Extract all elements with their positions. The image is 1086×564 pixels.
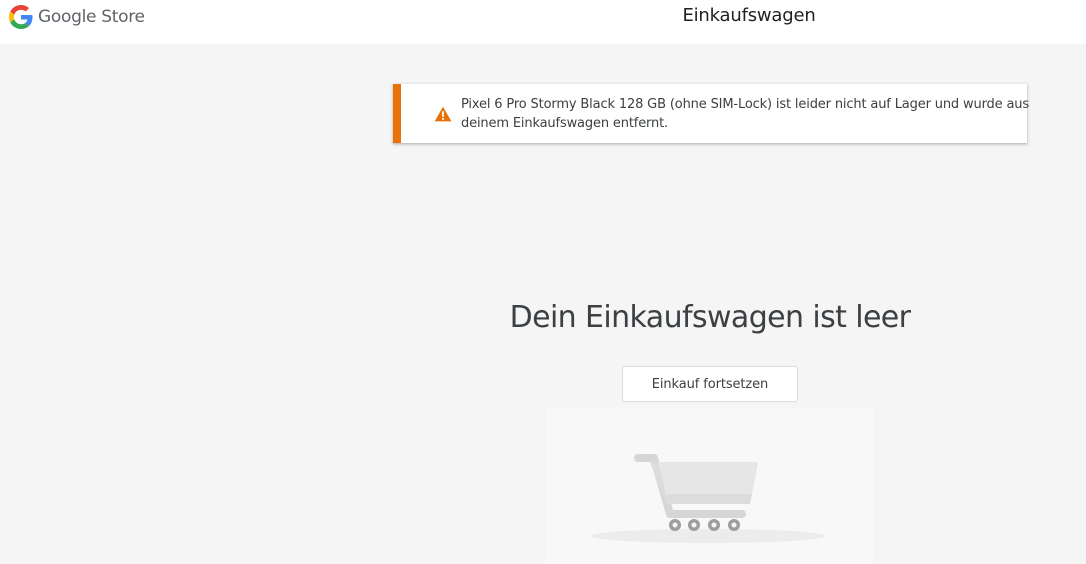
google-g-icon xyxy=(9,5,33,29)
google-store-logo-link[interactable]: Google Store xyxy=(9,5,145,29)
alert-message: Pixel 6 Pro Stormy Black 128 GB (ohne SI… xyxy=(461,97,1030,131)
brand-name: Google Store xyxy=(38,7,145,27)
out-of-stock-alert: Pixel 6 Pro Stormy Black 128 GB (ohne SI… xyxy=(393,84,1029,143)
shopping-cart-icon xyxy=(590,454,826,543)
continue-shopping-button[interactable]: Einkauf fortsetzen xyxy=(622,366,798,402)
shopping-cart-illustration xyxy=(546,408,874,564)
page-title: Einkaufswagen xyxy=(682,5,816,26)
top-bar: Google Store Einkaufswagen xyxy=(0,0,1086,44)
empty-cart-heading: Dein Einkaufswagen ist leer xyxy=(509,300,911,335)
warning-icon xyxy=(434,106,452,122)
